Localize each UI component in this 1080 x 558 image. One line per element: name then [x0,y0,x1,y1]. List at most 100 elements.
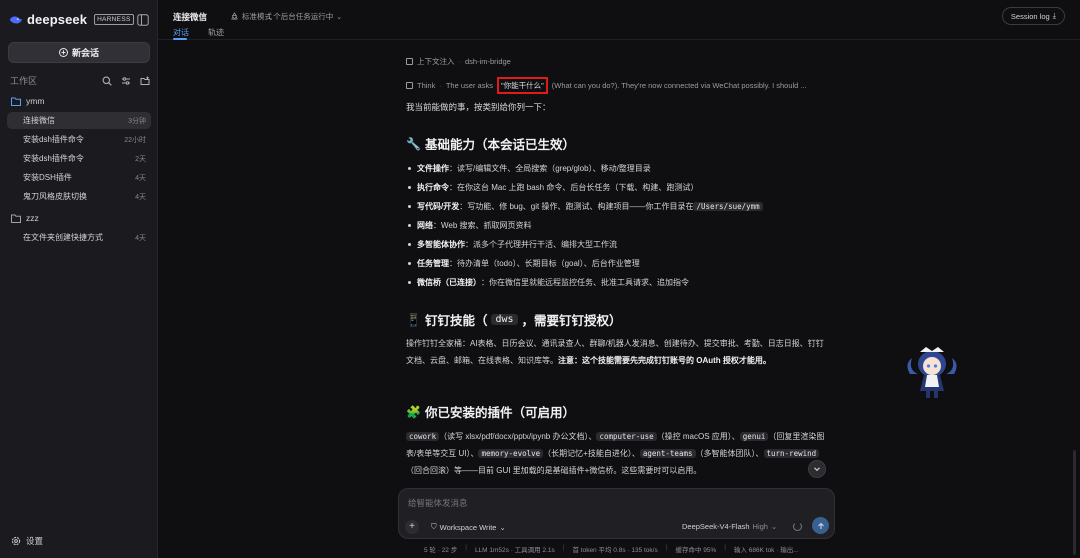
page-title: 连接微信 [173,12,208,22]
chevron-down-icon [814,467,820,472]
think-label: Think [417,81,436,90]
list-item: 任务管理 ：待办清单（todo）、长期目标（goal）、后台作业管理 [406,258,640,269]
harness-badge: HARNESS [94,14,134,25]
new-chat-label: 新会话 [71,48,99,58]
inline-code: genui [739,432,769,441]
scroll-to-bottom-button[interactable] [808,460,826,478]
divider: | [262,12,264,21]
background-tasks[interactable]: | 1 个后台任务运行中 ⌄ [262,11,342,22]
thread-title: 安装dsh插件命令 [23,135,84,144]
plugin-text: （多智能体团队）、 [695,449,764,458]
list-item: 文件操作 ：读写/编辑文件、全局搜索（grep/glob）、移动/整理目录 [406,163,651,174]
message-input[interactable]: 给智能体发消息 [408,497,468,509]
status-llm-time: LLM 1m52s · 工具调用 2.1s [474,547,555,554]
plugins-paragraph: cowork （读写 xlsx/pdf/docx/pptx/ipynb 办公文档）… [406,428,826,479]
item-text: ：待办清单（todo）、长期目标（goal）、后台作业管理 [449,259,640,268]
inline-code: agent-teams [639,449,696,458]
item-text: ：写功能、修 bug、git 操作、跑测试、构建项目——你工作目录在 [459,202,694,211]
context-injection[interactable]: 上下文注入 · dsh-im-bridge [406,56,511,67]
thread-item[interactable]: 安装dsh插件命令 2天 [7,150,151,167]
workspace-label: Workspace Write [439,522,497,532]
item-text: ：在你这台 Mac 上跑 bash 命令、后台长任务（下载、构建、跑测试） [449,183,699,192]
settings-button[interactable]: 设置 [11,535,43,547]
new-folder-icon[interactable] [140,76,150,86]
context-label: 上下文注入 [417,57,455,66]
context-icon [406,58,413,65]
folder-name: ymm [26,96,45,106]
session-log-button[interactable]: Session log ⤓ [1001,7,1065,25]
status-bar: 5 轮 · 22 步 | LLM 1m52s · 工具调用 2.1s | 首 t… [424,544,799,554]
tab-trace[interactable]: 轨迹 [208,27,224,38]
inline-code: memory-evolve [478,449,544,458]
item-label: 多智能体协作 [417,240,465,249]
think-icon [406,82,413,89]
thread-item[interactable]: 连接微信 3分钟 [7,112,151,129]
thread-item[interactable]: 安装dsh插件命令 22小时 [7,131,151,148]
arrow-up-icon [817,522,824,529]
separator: · [458,57,462,66]
section-heading: 📱 钉钉技能（ dws ，需要钉钉授权） [406,310,622,329]
thread-title: 连接微信 [23,116,55,125]
inline-code: dws [491,314,518,325]
think-prefix: The user asks [445,81,493,90]
status-speed: 首 token 平均 0.8s · 135 tok/s [572,547,658,554]
thread-time: 4天 [135,234,146,242]
think-rest: (What can you do?). They're now connecte… [551,81,807,90]
tasks-label: 1 个后台任务运行中 [266,12,334,21]
download-icon: ⤓ [1052,11,1056,20]
thread-item[interactable]: 鬼刀风格皮肤切换 4天 [7,188,151,205]
thread-time: 3分钟 [128,117,146,125]
brand-name: deepseek [27,12,88,27]
tab-chat[interactable]: 对话 [173,27,189,38]
filter-icon[interactable] [121,76,131,86]
phone-icon: 📱 [406,312,421,327]
thread-time: 4天 [135,174,146,182]
mascot-character-icon [907,347,957,398]
list-item: 执行命令 ：在你这台 Mac 上跑 bash 命令、后台长任务（下载、构建、跑测试… [406,182,698,193]
loading-spinner-icon [793,522,802,531]
section-title-pre: 钉钉技能（ [424,314,488,328]
list-item: 写代码/开发 ：写功能、修 bug、git 操作、跑测试、构建项目——你工作目录在… [406,201,763,212]
chevron-down-icon: ⌄ [336,13,343,21]
settings-label: 设置 [26,536,44,546]
scrollbar[interactable] [1073,450,1076,555]
workspace-permission-selector[interactable]: ⛉ Workspace Write ⌄ [431,522,506,532]
reasoning-level: High [752,522,768,531]
item-text: ：读写/编辑文件、全局搜索（grep/glob）、移动/整理目录 [449,164,651,173]
new-chat-button[interactable]: + 新会话 [8,42,150,63]
section-heading: 🔧 基础能力（本会话已生效） [406,134,575,153]
model-name: DeepSeek-V4-Flash [682,522,750,531]
think-block[interactable]: Think · The user asks "你能干什么" (What can … [406,77,832,94]
session-log-label: Session log [1010,11,1050,21]
workspace-title: 工作区 [10,76,38,86]
think-quote-highlight: "你能干什么" [496,77,548,94]
item-label: 网络 [417,221,433,230]
folder-ymm[interactable]: ymm [11,96,44,106]
thread-title: 安装dsh插件命令 [23,154,84,163]
sidebar-toggle-icon[interactable] [137,14,149,26]
thread-item[interactable]: 安装DSH插件 4天 [7,169,151,186]
status-cache: 缓存命中 95% [675,547,717,554]
brand: deepseek HARNESS [9,12,134,27]
inline-code: computer-use [596,432,657,441]
inline-code: /Users/sue/ymm [693,202,763,211]
intro-text: 我当前能做的事，按类别给你列一下： [406,102,551,112]
thread-item[interactable]: 在文件夹创建快捷方式 4天 [7,229,151,246]
thread-time: 2天 [135,155,146,163]
folder-zzz[interactable]: zzz [11,213,39,223]
send-button[interactable] [812,517,829,534]
section-heading: 🧩 你已安装的插件（可启用） [406,402,575,421]
chevron-down-icon: ⌄ [770,522,778,531]
search-icon[interactable] [102,76,112,86]
add-attachment-button[interactable]: + [405,520,419,534]
plugin-text: （回合回滚）等——目前 GUI 里加载的是基础插件+微信桥。这些需要时可以启用。 [406,466,702,475]
gear-icon [11,536,21,546]
message-composer[interactable]: 给智能体发消息 + ⛉ Workspace Write ⌄ DeepSeek-V… [398,488,835,539]
wrench-icon: 🔧 [406,136,421,151]
list-item: 微信桥（已连接） ：你在微信里就能远程监控任务、批准工具请求、追加指令 [406,277,689,288]
tab-indicator [173,38,187,40]
model-selector[interactable]: DeepSeek-V4-Flash High ⌄ [682,522,777,531]
separator: · [439,81,442,90]
shield-icon: ⛉ [431,522,437,531]
list-item: 多智能体协作 ：派多个子代理并行干活、编排大型工作流 [406,239,617,250]
